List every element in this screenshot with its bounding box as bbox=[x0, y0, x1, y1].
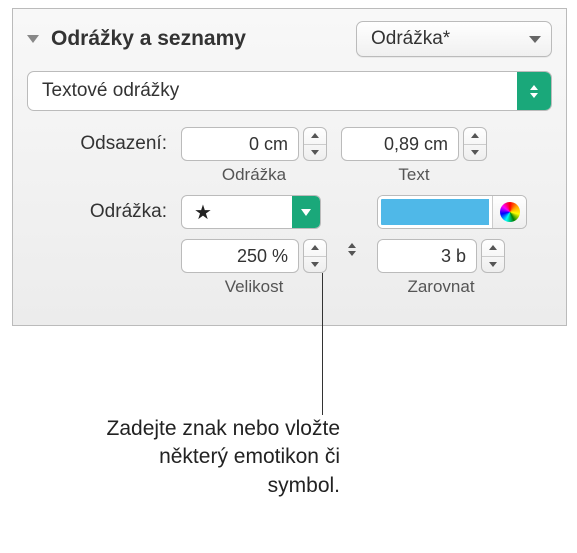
text-indent-input[interactable] bbox=[341, 127, 459, 161]
header-row: Odrážky a seznamy Odrážka* bbox=[27, 21, 552, 57]
size-input[interactable] bbox=[181, 239, 299, 273]
bullet-type-popup[interactable]: Textové odrážky bbox=[27, 71, 552, 111]
align-caption: Zarovnat bbox=[407, 277, 474, 297]
bullet-indent-stepper bbox=[181, 127, 327, 161]
section-title: Odrážky a seznamy bbox=[51, 27, 346, 51]
spacer-label bbox=[27, 239, 167, 245]
callout-text: Zadejte znak nebo vložte některý emotiko… bbox=[100, 415, 340, 500]
align-updown-icon bbox=[341, 239, 363, 256]
text-indent-group: Text bbox=[341, 127, 487, 185]
bullet-indent-stepper-buttons[interactable] bbox=[303, 127, 327, 161]
bullet-row: Odrážka: ★ bbox=[27, 195, 552, 229]
bullet-indent-input[interactable] bbox=[181, 127, 299, 161]
star-icon: ★ bbox=[194, 200, 212, 225]
indent-label: Odsazení: bbox=[27, 127, 167, 155]
picker-endcap bbox=[292, 196, 320, 228]
bullet-indent-group: Odrážka bbox=[181, 127, 327, 185]
size-align-row: Velikost Zarovnat bbox=[27, 239, 552, 297]
bullet-character-picker[interactable]: ★ bbox=[181, 195, 321, 229]
bullets-panel: Odrážky a seznamy Odrážka* Textové odráž… bbox=[12, 8, 567, 326]
size-stepper-buttons[interactable] bbox=[303, 239, 327, 273]
bullet-indent-caption: Odrážka bbox=[222, 165, 286, 185]
size-caption: Velikost bbox=[225, 277, 284, 297]
text-indent-stepper-buttons[interactable] bbox=[463, 127, 487, 161]
size-stepper bbox=[181, 239, 327, 273]
color-wheel-icon bbox=[500, 202, 520, 222]
align-group: Zarovnat bbox=[377, 239, 505, 297]
bullet-type-value: Textové odrážky bbox=[42, 80, 179, 102]
disclosure-triangle[interactable] bbox=[27, 35, 39, 43]
list-style-value: Odrážka* bbox=[371, 28, 450, 50]
updown-icon bbox=[530, 85, 538, 98]
indent-row: Odsazení: Odrážka Text bbox=[27, 127, 552, 185]
callout-line bbox=[322, 273, 323, 415]
align-stepper-buttons[interactable] bbox=[481, 239, 505, 273]
align-stepper bbox=[377, 239, 505, 273]
chevron-down-icon bbox=[519, 36, 541, 43]
bullet-color-well[interactable] bbox=[377, 195, 527, 229]
list-style-popup[interactable]: Odrážka* bbox=[356, 21, 552, 57]
text-indent-caption: Text bbox=[398, 165, 429, 185]
bullet-label: Odrážka: bbox=[27, 195, 167, 223]
size-group: Velikost bbox=[181, 239, 327, 297]
text-indent-stepper bbox=[341, 127, 487, 161]
color-wheel-button[interactable] bbox=[492, 196, 526, 228]
color-swatch bbox=[378, 196, 492, 228]
align-input[interactable] bbox=[377, 239, 477, 273]
popup-endcap bbox=[517, 72, 551, 110]
